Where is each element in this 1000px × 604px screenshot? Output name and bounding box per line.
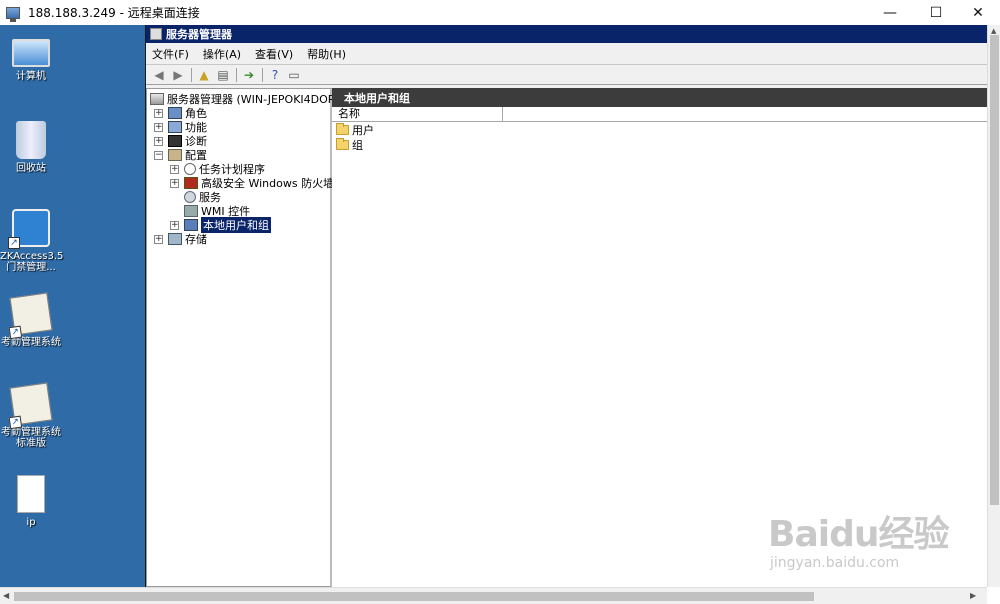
tree-item-diagnostics[interactable]: + 诊断 <box>154 134 207 148</box>
text-file-icon <box>17 475 45 513</box>
menu-file[interactable]: 文件(F) <box>152 46 189 62</box>
attendance-icon: ↗ <box>8 292 53 340</box>
column-header: 名称 <box>332 107 988 122</box>
diagnostics-icon <box>168 135 182 147</box>
details-header: 本地用户和组 <box>332 88 988 107</box>
expand-toggle[interactable]: + <box>154 108 163 118</box>
shortcut-arrow-icon: ↗ <box>8 237 20 249</box>
tree-item-local-users-groups[interactable]: + 本地用户和组 <box>170 217 271 233</box>
wmi-icon <box>184 205 198 217</box>
desktop-icon-recycle-bin[interactable]: 回收站 <box>0 121 62 174</box>
desktop-icon-attendance-standard[interactable]: ↗ 考勤管理系统标准版 <box>0 382 62 449</box>
list-item-users[interactable]: 用户 <box>332 122 988 137</box>
users-group-icon <box>184 219 198 231</box>
firewall-icon <box>184 177 198 189</box>
list-item-groups[interactable]: 组 <box>332 137 988 152</box>
desktop-icon-zkaccess[interactable]: ↗ ZKAccess3.5 门禁管理... <box>0 209 64 273</box>
gear-icon <box>184 191 196 203</box>
toolbar-separator <box>191 67 192 82</box>
desktop-icon-label: ip <box>26 517 36 528</box>
desktop-icon-label: 计算机 <box>16 71 46 82</box>
expand-toggle[interactable]: + <box>170 220 179 230</box>
zkaccess-icon: ↗ <box>8 209 50 249</box>
desktop-icon-label: 回收站 <box>16 163 46 174</box>
back-icon[interactable]: ◀ <box>150 67 168 83</box>
column-name[interactable]: 名称 <box>332 107 503 121</box>
tree-item-task-scheduler[interactable]: + 任务计划程序 <box>170 162 265 176</box>
menu-view[interactable]: 查看(V) <box>255 46 293 62</box>
tree-item-features[interactable]: + 功能 <box>154 120 207 134</box>
server-manager-window: 服务器管理器 文件(F) 操作(A) 查看(V) 帮助(H) ◀ ▶ ▲ ▤ ➔… <box>145 25 988 587</box>
toolbar: ◀ ▶ ▲ ▤ ➔ ? ▭ <box>146 65 987 85</box>
scrollbar-thumb[interactable] <box>990 35 999 505</box>
console-tree: 服务器管理器 (WIN-JEPOKI4DORJ) + 角色 + 功能 + 诊断 … <box>146 88 343 587</box>
tree-item-services[interactable]: 服务 <box>184 190 221 204</box>
maximize-button[interactable]: ☐ <box>914 0 958 25</box>
tree-root[interactable]: 服务器管理器 (WIN-JEPOKI4DORJ) <box>150 92 343 106</box>
tree-item-storage[interactable]: + 存储 <box>154 232 207 246</box>
show-hide-action-pane-icon[interactable]: ▭ <box>285 67 303 83</box>
server-manager-title: 服务器管理器 <box>166 28 232 41</box>
scroll-right-icon[interactable]: ▶ <box>970 591 976 600</box>
minimize-button[interactable]: — <box>868 0 912 25</box>
close-button[interactable]: ✕ <box>956 0 1000 25</box>
rdp-window-title: 188.188.3.249 - 远程桌面连接 <box>28 6 200 20</box>
toolbar-separator <box>262 67 263 82</box>
scroll-up-icon[interactable]: ▲ <box>991 27 996 35</box>
remote-desktop: 计算机 回收站 ↗ ZKAccess3.5 门禁管理... ↗ 考勤管理系统 ↗… <box>0 25 145 587</box>
expand-toggle[interactable]: + <box>154 234 163 244</box>
up-folder-icon[interactable]: ▲ <box>195 67 213 83</box>
shortcut-arrow-icon: ↗ <box>8 415 23 430</box>
desktop-icon-label: 考勤管理系统标准版 <box>1 427 61 449</box>
tree-item-configuration[interactable]: − 配置 <box>154 148 207 162</box>
watermark-logo: Baidu经验 <box>768 514 949 555</box>
collapse-toggle[interactable]: − <box>154 150 163 160</box>
tree-item-wmi[interactable]: WMI 控件 <box>184 204 250 218</box>
recycle-bin-icon <box>16 121 46 159</box>
export-list-icon[interactable]: ➔ <box>240 67 258 83</box>
show-hide-tree-icon[interactable]: ▤ <box>214 67 232 83</box>
attendance-standard-icon: ↗ <box>8 382 53 430</box>
scrollbar-thumb[interactable] <box>14 592 814 601</box>
menu-help[interactable]: 帮助(H) <box>307 46 346 62</box>
tree-item-firewall[interactable]: + 高级安全 Windows 防火墙 <box>170 176 334 190</box>
clock-icon <box>184 163 196 175</box>
desktop-icon-ip[interactable]: ip <box>0 475 62 528</box>
menu-bar: 文件(F) 操作(A) 查看(V) 帮助(H) <box>146 43 987 65</box>
forward-icon[interactable]: ▶ <box>169 67 187 83</box>
menu-action[interactable]: 操作(A) <box>203 46 241 62</box>
desktop-icon-computer[interactable]: 计算机 <box>0 35 62 82</box>
help-icon[interactable]: ? <box>266 67 284 83</box>
expand-toggle[interactable]: + <box>170 178 179 188</box>
horizontal-scrollbar[interactable]: ◀ ▶ <box>0 587 987 604</box>
watermark-url: jingyan.baidu.com <box>770 555 900 571</box>
tree-label-selected: 本地用户和组 <box>201 217 271 233</box>
scroll-left-icon[interactable]: ◀ <box>3 591 9 600</box>
watermark: Baidu经验 jingyan.baidu.com <box>768 505 968 585</box>
roles-icon <box>168 107 182 119</box>
vertical-scrollbar[interactable]: ▲ <box>987 25 1000 587</box>
shortcut-arrow-icon: ↗ <box>8 325 23 340</box>
server-manager-icon <box>150 28 162 40</box>
tree-label: 存储 <box>185 233 207 246</box>
desktop-icon-attendance[interactable]: ↗ 考勤管理系统 <box>0 292 62 348</box>
expand-toggle[interactable]: + <box>154 136 163 146</box>
server-manager-titlebar: 服务器管理器 <box>146 25 987 43</box>
expand-toggle[interactable]: + <box>154 122 163 132</box>
desktop-icon-label: ZKAccess3.5 门禁管理... <box>0 251 64 273</box>
folder-icon <box>336 122 349 135</box>
remote-desktop-icon <box>6 6 20 22</box>
expand-toggle[interactable]: + <box>170 164 179 174</box>
list-item-label: 用户 <box>352 123 374 137</box>
computer-icon <box>12 39 50 67</box>
features-icon <box>168 121 182 133</box>
storage-icon <box>168 233 182 245</box>
list-item-label: 组 <box>352 138 363 152</box>
rdp-titlebar: 188.188.3.249 - 远程桌面连接 — ☐ ✕ <box>0 0 1000 25</box>
configuration-icon <box>168 149 182 161</box>
tree-item-roles[interactable]: + 角色 <box>154 106 207 120</box>
server-icon <box>150 93 164 105</box>
folder-icon <box>336 137 349 150</box>
toolbar-separator <box>236 67 237 82</box>
